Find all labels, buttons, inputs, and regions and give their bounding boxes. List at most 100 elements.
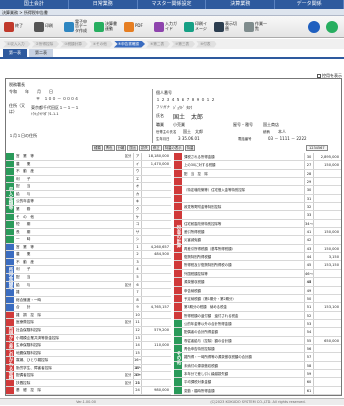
- sub-tab[interactable]: 第二表: [29, 49, 53, 57]
- row-value-input[interactable]: 3,150: [313, 253, 341, 261]
- row-value-input[interactable]: [141, 379, 171, 387]
- row-value-input[interactable]: [313, 186, 341, 194]
- number-field[interactable]: １２３４５６７８９０１２: [156, 97, 216, 103]
- row-value-input[interactable]: [313, 369, 341, 378]
- row-value-input[interactable]: 110,000: [141, 342, 171, 349]
- toolbar-button[interactable]: 印刷イメージ: [183, 19, 210, 35]
- step-tab[interactable]: ③税額計算: [60, 40, 88, 48]
- row-value-input[interactable]: [141, 319, 171, 326]
- row-value-input[interactable]: 4,260,657: [141, 243, 171, 251]
- row-value-input[interactable]: [313, 328, 341, 336]
- help-icon[interactable]: [308, 20, 320, 33]
- toolbar-button[interactable]: 終了: [3, 19, 30, 35]
- row-value-input[interactable]: [141, 311, 171, 319]
- step-tab[interactable]: ⑦第三表: [171, 40, 196, 48]
- postal-code[interactable]: 〒 １００ － ０００４: [36, 96, 79, 102]
- row-value-input[interactable]: 153,150: [313, 261, 341, 269]
- row-value-input[interactable]: [313, 311, 341, 319]
- step-tab[interactable]: ⑧付表: [196, 40, 217, 48]
- row-value-input[interactable]: [141, 236, 171, 243]
- row-value-input[interactable]: [313, 236, 341, 244]
- toolbar-button[interactable]: 決算書連動: [93, 19, 120, 35]
- row-value-input[interactable]: [141, 372, 171, 379]
- top-menu-item[interactable]: 国土会計: [0, 0, 69, 9]
- top-menu-item[interactable]: 日常業務: [69, 0, 138, 9]
- toolbar-button[interactable]: PDF: [123, 19, 150, 35]
- row-value-input[interactable]: [141, 334, 171, 342]
- row-value-input[interactable]: 153,100: [313, 303, 341, 311]
- toolbar-button[interactable]: 作業一覧: [243, 19, 270, 35]
- row-value-input[interactable]: [313, 319, 341, 328]
- row-value-input[interactable]: [313, 386, 341, 394]
- row-value-input[interactable]: [141, 213, 171, 221]
- row-value-input[interactable]: [141, 175, 171, 183]
- row-value-input[interactable]: [313, 169, 341, 178]
- row-value-input[interactable]: [313, 344, 341, 353]
- row-value-input[interactable]: [313, 203, 341, 211]
- top-menu-item[interactable]: データ関係: [275, 0, 344, 9]
- birth-field[interactable]: 3 35.06.01: [178, 136, 200, 141]
- row-value-input[interactable]: [141, 289, 171, 296]
- row-value-input[interactable]: [141, 228, 171, 236]
- type-tab[interactable]: 青色: [103, 145, 115, 151]
- step-tab[interactable]: ②所得控除: [31, 40, 60, 48]
- row-value-input[interactable]: [313, 194, 341, 203]
- toolbar-button[interactable]: 入力ガイド: [153, 19, 180, 35]
- head-field[interactable]: 国土 太郎: [183, 129, 203, 135]
- toolbar-button[interactable]: 印刷: [33, 19, 60, 35]
- row-value-input[interactable]: [141, 258, 171, 266]
- row-value-input[interactable]: 150,000: [313, 244, 341, 253]
- type-tab[interactable]: 特農: [184, 145, 196, 151]
- top-menu-item[interactable]: 決算業務: [206, 0, 276, 9]
- relation-field[interactable]: 本人: [278, 129, 286, 135]
- type-tab[interactable]: 国出: [127, 145, 139, 151]
- row-value-input[interactable]: [141, 266, 171, 273]
- row-value-input[interactable]: [141, 357, 171, 364]
- row-value-input[interactable]: [313, 219, 341, 228]
- top-menu-item[interactable]: マスター関係設定: [138, 0, 207, 9]
- row-value-input[interactable]: [313, 178, 341, 186]
- row-value-input[interactable]: [313, 353, 341, 361]
- row-value-input[interactable]: [141, 198, 171, 205]
- row-value-input[interactable]: 2,895,000: [313, 153, 341, 161]
- step-tab[interactable]: ①収入入力: [3, 40, 31, 48]
- row-value-input[interactable]: 484,500: [141, 251, 171, 258]
- type-tab[interactable]: 種類: [92, 145, 103, 151]
- step-tab[interactable]: ④その他: [88, 40, 113, 48]
- row-value-input[interactable]: 150,000: [313, 161, 341, 169]
- name-field[interactable]: 国土 太郎: [173, 112, 203, 121]
- row-value-input[interactable]: [313, 294, 341, 303]
- type-tab[interactable]: 修正: [150, 145, 162, 151]
- row-value-input[interactable]: 4,765,157: [141, 304, 171, 311]
- step-tab[interactable]: ⑥第二表: [146, 40, 171, 48]
- row-value-input[interactable]: [141, 168, 171, 175]
- row-value-input[interactable]: [141, 221, 171, 228]
- row-value-input[interactable]: [141, 364, 171, 372]
- row-value-input[interactable]: [141, 205, 171, 213]
- toolbar-button[interactable]: 電子申告データ作成: [63, 19, 90, 35]
- phone-field[interactable]: 03 － 1111 － 2222: [268, 136, 307, 142]
- type-tab[interactable]: 特農の表示: [162, 145, 184, 151]
- step-tab[interactable]: ⑤申告書確認: [113, 40, 146, 48]
- toolbar-button[interactable]: 表示切替: [213, 19, 240, 35]
- close-icon[interactable]: [326, 20, 338, 33]
- row-value-input[interactable]: 150,000: [313, 228, 341, 236]
- furigana-field[interactable]: ｼﾞｮｳﾄﾞ ﾀﾛｳ: [173, 105, 192, 111]
- row-value-input[interactable]: [141, 349, 171, 357]
- row-value-input[interactable]: 1,470,000: [141, 160, 171, 168]
- row-value-input[interactable]: [313, 286, 341, 294]
- sub-tab[interactable]: 第一表: [3, 49, 27, 57]
- row-value-input[interactable]: [141, 183, 171, 190]
- row-value-input[interactable]: 650,000: [313, 336, 341, 344]
- row-value-input[interactable]: [141, 190, 171, 198]
- row-value-input[interactable]: [313, 211, 341, 219]
- row-value-input[interactable]: [141, 296, 171, 304]
- type-tab[interactable]: 分離: [115, 145, 127, 151]
- row-value-input[interactable]: [313, 269, 341, 278]
- type-tab[interactable]: 損失: [139, 145, 150, 151]
- row-value-input[interactable]: 18,180,000: [141, 153, 171, 160]
- occupation-field[interactable]: 小売業: [173, 122, 185, 128]
- row-value-input[interactable]: 980,000: [141, 387, 171, 394]
- row-value-input[interactable]: 579,200: [141, 326, 171, 334]
- row-value-input[interactable]: [141, 274, 171, 281]
